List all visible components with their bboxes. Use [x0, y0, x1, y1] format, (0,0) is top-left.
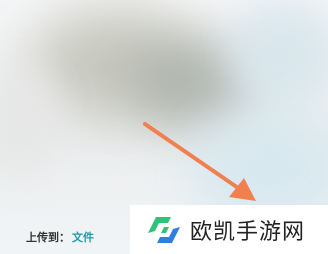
screen: 上传到： 文件 欧凯手游网	[0, 0, 328, 254]
upload-label: 上传到：	[26, 231, 70, 244]
upload-folder-link[interactable]: 文件	[72, 229, 94, 245]
upload-destination: 上传到： 文件	[26, 227, 94, 247]
watermark-text: 欧凯手游网	[190, 219, 306, 245]
site-watermark: 欧凯手游网	[130, 205, 328, 254]
ok-logo-icon	[148, 216, 180, 243]
